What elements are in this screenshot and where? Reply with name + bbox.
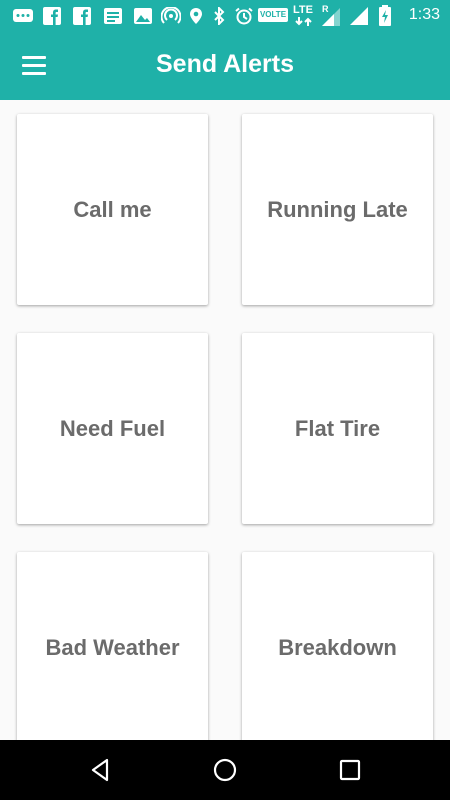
alert-label: Need Fuel <box>59 415 166 441</box>
signal-icon <box>322 8 340 26</box>
home-icon[interactable] <box>210 755 240 785</box>
facebook-icon <box>43 7 61 25</box>
page-title: Send Alerts <box>155 50 294 78</box>
system-nav-bar <box>0 740 450 800</box>
status-time: 1:33 <box>408 6 440 23</box>
facebook-icon <box>73 7 91 25</box>
alert-card-call-me[interactable]: Call me <box>17 114 208 305</box>
app-bar: Send Alerts <box>0 32 450 100</box>
alert-card-breakdown[interactable]: Breakdown <box>242 552 433 740</box>
alert-card-bad-weather[interactable]: Bad Weather <box>17 552 208 740</box>
alert-label: Running Late <box>267 196 408 222</box>
alert-card-running-late[interactable]: Running Late <box>242 114 433 305</box>
alert-label: Breakdown <box>278 634 397 660</box>
signal-icon <box>350 7 368 25</box>
volte-label: VOLTE <box>259 10 287 19</box>
battery-charging-icon <box>379 5 391 26</box>
lte-label: LTE <box>293 4 313 16</box>
hotspot-icon <box>161 7 181 24</box>
image-icon <box>134 8 152 24</box>
alert-card-flat-tire[interactable]: Flat Tire <box>242 333 433 524</box>
alert-label: Bad Weather <box>45 634 180 660</box>
alert-label: Call me <box>73 196 152 222</box>
alarm-icon <box>235 7 253 25</box>
alerts-grid: Call me Running Late Need Fuel Flat Tire… <box>0 100 450 740</box>
alert-label: Flat Tire <box>294 415 381 441</box>
bluetooth-icon <box>214 7 225 25</box>
back-icon[interactable] <box>85 755 115 785</box>
alert-card-need-fuel[interactable]: Need Fuel <box>17 333 208 524</box>
chat-icon <box>13 9 33 22</box>
status-bar: VOLTE LTE R 1:33 <box>0 0 450 32</box>
location-icon <box>190 8 202 24</box>
lte-icon: LTE <box>293 4 317 28</box>
news-icon <box>104 8 122 24</box>
recents-icon[interactable] <box>335 755 365 785</box>
volte-badge: VOLTE <box>258 8 288 22</box>
